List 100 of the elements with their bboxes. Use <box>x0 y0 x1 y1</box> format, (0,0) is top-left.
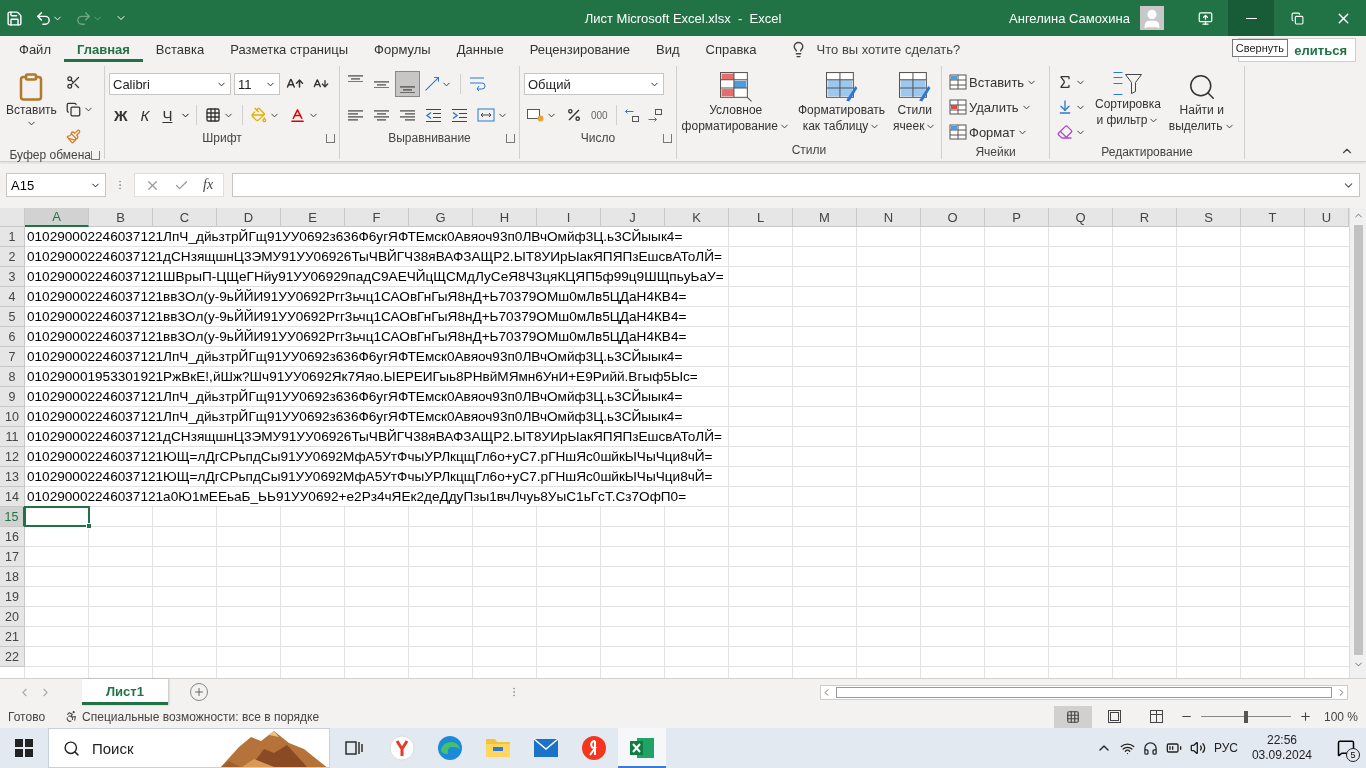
thousands-separator-button[interactable]: 000 <box>588 103 611 127</box>
row-header[interactable]: 7 <box>0 347 25 367</box>
sort-filter-button[interactable]: Сортировка и фильтр <box>1093 70 1163 144</box>
align-center-icon <box>373 109 390 121</box>
row-header[interactable]: 11 <box>0 427 25 447</box>
group-label: Выравнивание <box>388 131 471 145</box>
dialog-launcher-icon[interactable] <box>506 133 515 143</box>
group-label: Стили <box>791 143 827 157</box>
row-header[interactable]: 17 <box>0 547 25 567</box>
minimize-icon <box>1245 17 1257 19</box>
row-header[interactable]: 16 <box>0 527 25 547</box>
row-header[interactable]: 22 <box>0 647 25 667</box>
ribbon-tab[interactable]: Разметка страницы <box>217 36 362 62</box>
column-header[interactable]: Q <box>1049 208 1113 227</box>
column-header[interactable]: M <box>793 208 857 227</box>
cell-styles-button[interactable]: Стили ячеек <box>891 70 939 141</box>
insert-cells-button[interactable]: Вставить <box>946 70 1045 94</box>
column-header[interactable]: O <box>921 208 985 227</box>
row-header[interactable]: 12 <box>0 447 25 467</box>
row-header[interactable]: 5 <box>0 307 25 327</box>
row-header[interactable]: 10 <box>0 407 25 427</box>
dialog-launcher-icon[interactable] <box>326 133 335 143</box>
ribbon-tab[interactable]: Вставка <box>142 36 218 62</box>
row-header[interactable]: 20 <box>0 607 25 627</box>
column-header[interactable]: T <box>1241 208 1305 227</box>
group-label: Ячейки <box>975 144 1016 159</box>
column-header[interactable]: N <box>857 208 921 227</box>
volume-icon <box>1189 740 1206 756</box>
column-header[interactable]: E <box>281 208 345 227</box>
normal-view-button[interactable] <box>1053 705 1092 728</box>
ribbon-tab[interactable]: Рецензирование <box>516 36 644 62</box>
taskbar-app-button[interactable] <box>618 728 666 768</box>
row-header[interactable]: 4 <box>0 287 25 307</box>
delete-cells-button[interactable]: Удалить <box>946 95 1045 119</box>
vertical-align-button[interactable] <box>396 72 419 96</box>
row-header[interactable]: 18 <box>0 567 25 587</box>
row-header[interactable]: 19 <box>0 587 25 607</box>
align-icon <box>399 86 416 93</box>
language-indicator[interactable]: РУС <box>1213 741 1238 755</box>
row-header[interactable]: 15 <box>0 507 25 527</box>
font-size-field[interactable]: 11 <box>234 73 280 95</box>
column-header[interactable]: U <box>1305 208 1349 227</box>
column-header[interactable]: B <box>89 208 153 227</box>
name-box[interactable]: A15 <box>6 173 106 197</box>
sheet-tab[interactable]: Лист1 <box>82 678 168 705</box>
zoom-in-button[interactable] <box>1298 710 1312 723</box>
table-icon <box>949 124 967 140</box>
status-text: Готово <box>8 709 46 724</box>
row-header[interactable]: 8 <box>0 367 25 387</box>
number-format-field[interactable]: Общий <box>524 73 664 95</box>
column-header[interactable]: R <box>1113 208 1177 227</box>
format-as-table-button[interactable]: Форматировать как таблицу <box>795 70 888 141</box>
column-header[interactable]: L <box>729 208 793 227</box>
row-header[interactable]: 13 <box>0 467 25 487</box>
column-header[interactable]: F <box>345 208 409 227</box>
find-select-button[interactable]: Найти и выделить <box>1166 70 1237 144</box>
underline-button[interactable]: Ч <box>157 103 178 127</box>
row-header[interactable]: 21 <box>0 627 25 647</box>
eraser-icon <box>1057 124 1073 140</box>
paste-button[interactable]: Вставить <box>4 70 59 148</box>
dialog-launcher-icon[interactable] <box>91 150 100 160</box>
wifi-icon <box>1119 740 1135 756</box>
vertical-scrollbar[interactable] <box>1349 208 1366 678</box>
row-header[interactable]: 6 <box>0 327 25 347</box>
row-header[interactable]: 1 <box>0 227 25 247</box>
ribbon-tab[interactable]: Вид <box>643 36 693 62</box>
dialog-launcher-icon[interactable] <box>663 133 672 143</box>
clock-time: 22:56 <box>1266 733 1297 748</box>
ribbon-tab[interactable]: Файл <box>6 36 64 62</box>
conditional-formatting-button[interactable]: Условное форматирование <box>679 70 792 141</box>
row-header[interactable]: 9 <box>0 387 25 407</box>
row-header[interactable]: 14 <box>0 487 25 507</box>
format-cells-button[interactable]: Формат <box>946 120 1045 144</box>
column-header[interactable]: D <box>217 208 281 227</box>
horizontal-scrollbar[interactable] <box>820 684 1348 700</box>
column-header[interactable]: I <box>537 208 601 227</box>
column-header[interactable]: G <box>409 208 473 227</box>
tell-me-field[interactable]: Что вы хотите сделать? <box>814 40 995 58</box>
column-header[interactable]: C <box>153 208 217 227</box>
bold-button[interactable]: Ж <box>109 103 133 127</box>
column-header[interactable]: S <box>1177 208 1241 227</box>
notifications-button[interactable]: 5 <box>1326 728 1366 768</box>
column-header[interactable]: A <box>25 208 89 227</box>
font-name-field[interactable]: Calibri <box>109 73 231 95</box>
column-header[interactable]: J <box>601 208 665 227</box>
row-header[interactable]: 2 <box>0 247 25 267</box>
italic-button[interactable]: К <box>135 103 155 127</box>
ribbon-tab[interactable]: Справка <box>692 36 770 62</box>
column-header[interactable]: K <box>665 208 729 227</box>
ribbon-tab[interactable]: Главная <box>63 36 143 62</box>
column-header[interactable]: P <box>985 208 1049 227</box>
insert-function-button[interactable]: fx <box>203 177 214 193</box>
align-right-icon <box>399 109 416 121</box>
row-header[interactable]: 3 <box>0 267 25 287</box>
table-cell: 010290001953301921РжВкЕ!,йШж?Шч91УУ0692Як7Яяо.ЫЕРЕИГыь8РНвйМЯмн6УнИ+Е9Рийй.Вгыф5Ыс= <box>25 367 701 387</box>
ribbon-tab[interactable]: Формулы <box>361 36 444 62</box>
formula-field[interactable] <box>232 173 1360 197</box>
column-header[interactable]: H <box>473 208 537 227</box>
active-cell[interactable] <box>24 506 90 527</box>
ribbon-tab[interactable]: Данные <box>443 36 517 62</box>
